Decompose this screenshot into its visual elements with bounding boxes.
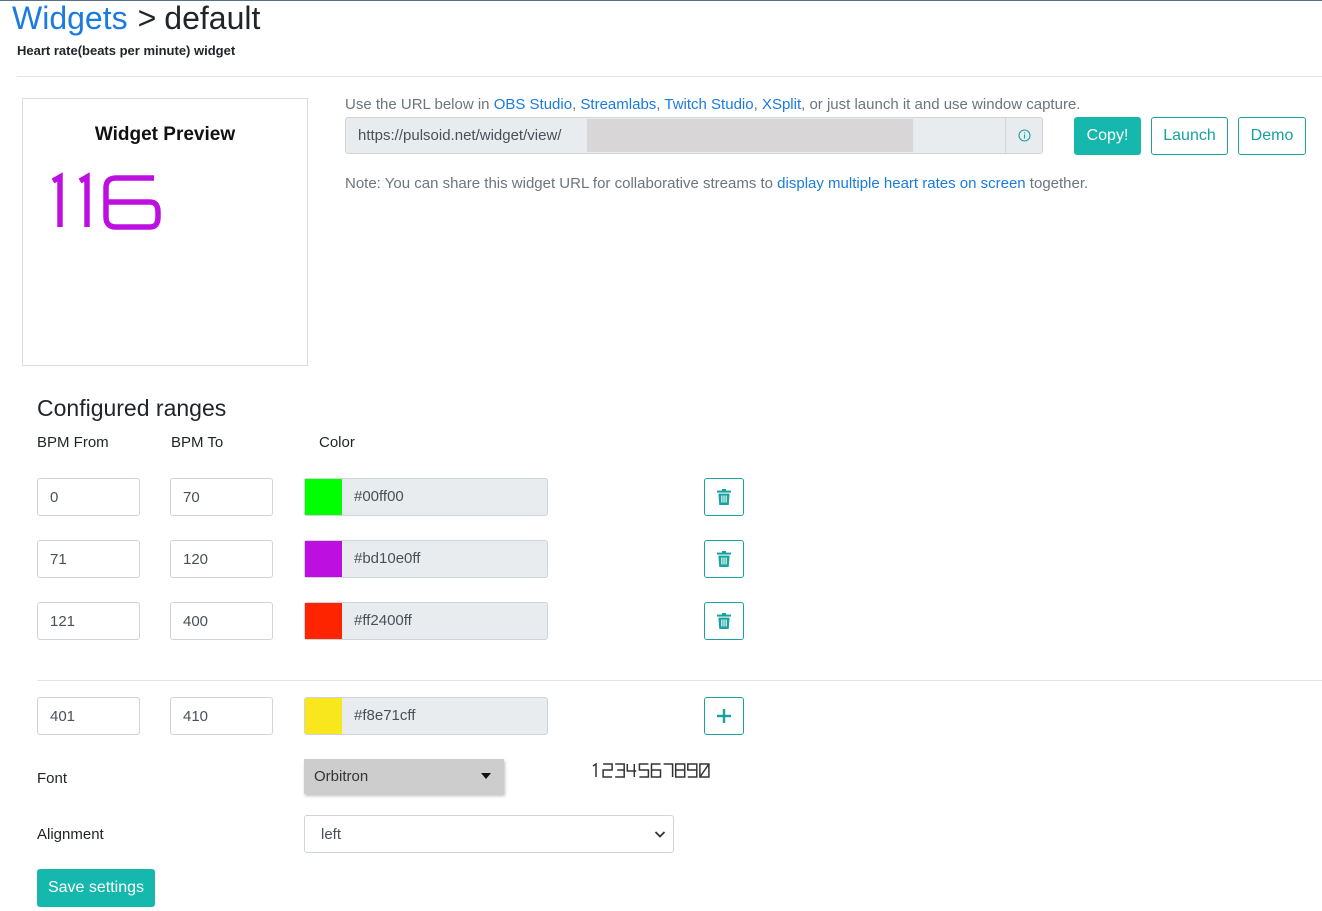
delete-range-button[interactable] bbox=[704, 602, 744, 640]
note-suffix: together. bbox=[1025, 175, 1089, 192]
collaborative-note: Note: You can share this widget URL for … bbox=[345, 175, 1088, 192]
url-hint-suffix: , or just launch it and use window captu… bbox=[801, 96, 1081, 113]
font-sample-digit bbox=[650, 763, 662, 778]
trash-icon bbox=[717, 551, 731, 567]
xsplit-link[interactable]: XSplit bbox=[762, 96, 801, 113]
font-sample-digit bbox=[699, 763, 710, 778]
bpm-from-input[interactable]: 71 bbox=[37, 540, 140, 578]
bpm-from-input[interactable]: 121 bbox=[37, 602, 140, 640]
color-swatch[interactable] bbox=[305, 603, 342, 639]
copy-button[interactable]: Copy! bbox=[1074, 117, 1141, 155]
breadcrumb-separator: > bbox=[137, 0, 157, 36]
font-sample-digit bbox=[615, 763, 625, 778]
new-color-picker-field[interactable]: #f8e71cff bbox=[304, 697, 548, 735]
trash-icon bbox=[717, 489, 731, 505]
info-icon[interactable] bbox=[1005, 118, 1042, 153]
color-hex-value: #f8e71cff bbox=[354, 707, 416, 724]
page-subtitle: Heart rate(beats per minute) widget bbox=[17, 43, 236, 58]
color-hex-value: #00ff00 bbox=[354, 488, 404, 505]
widget-preview-panel: Widget Preview bbox=[22, 98, 308, 366]
font-sample-digit bbox=[592, 762, 597, 777]
widget-preview-title: Widget Preview bbox=[94, 124, 236, 145]
redacted-url-token bbox=[587, 119, 913, 152]
twitch-studio-link[interactable]: Twitch Studio bbox=[664, 96, 753, 113]
chevron-down-icon bbox=[654, 831, 666, 838]
ranges-divider bbox=[37, 680, 1322, 681]
streamlabs-link[interactable]: Streamlabs bbox=[580, 96, 656, 113]
font-sample-digits bbox=[592, 762, 710, 778]
font-sample-digit bbox=[602, 763, 613, 778]
font-label: Font bbox=[37, 770, 68, 787]
alignment-label: Alignment bbox=[37, 826, 104, 843]
color-picker-field[interactable]: #ff2400ff bbox=[304, 602, 548, 640]
alignment-select-value: left bbox=[321, 825, 342, 843]
font-sample-digit bbox=[674, 763, 686, 778]
font-sample-digit bbox=[663, 763, 674, 777]
multiple-heart-rates-link[interactable]: display multiple heart rates on screen bbox=[777, 175, 1025, 192]
page-title: default bbox=[164, 0, 261, 36]
font-sample-digit bbox=[626, 764, 637, 777]
save-settings-button[interactable]: Save settings bbox=[37, 869, 155, 907]
dropdown-caret-icon bbox=[481, 773, 491, 779]
delete-range-button[interactable] bbox=[704, 478, 744, 516]
bpm-to-input[interactable]: 120 bbox=[170, 540, 273, 578]
delete-range-button[interactable] bbox=[704, 540, 744, 578]
bpm-to-input[interactable]: 400 bbox=[170, 602, 273, 640]
demo-button[interactable]: Demo bbox=[1238, 117, 1306, 155]
bpm-to-input[interactable]: 70 bbox=[170, 478, 273, 516]
color-swatch[interactable] bbox=[305, 698, 342, 734]
font-sample-digit bbox=[638, 763, 650, 778]
font-select[interactable]: Orbitron bbox=[304, 759, 504, 794]
font-sample-digit bbox=[687, 763, 698, 778]
bpm-from-header: BPM From bbox=[37, 434, 109, 451]
note-prefix: Note: You can share this widget URL for … bbox=[345, 175, 778, 192]
bpm-to-header: BPM To bbox=[171, 434, 224, 451]
heart-rate-digits bbox=[51, 172, 161, 230]
color-header: Color bbox=[319, 434, 355, 451]
color-picker-field[interactable]: #00ff00 bbox=[304, 478, 548, 516]
breadcrumb: Widgets > default bbox=[12, 0, 260, 38]
url-hint-prefix: Use the URL below in bbox=[345, 96, 494, 113]
color-swatch[interactable] bbox=[305, 479, 342, 515]
add-range-button[interactable] bbox=[704, 697, 744, 735]
url-usage-hint: Use the URL below in OBS Studio, Streaml… bbox=[345, 96, 1081, 113]
new-bpm-from-input[interactable]: 401 bbox=[37, 697, 140, 735]
configured-ranges-heading: Configured ranges bbox=[37, 395, 227, 421]
breadcrumb-widgets-link[interactable]: Widgets bbox=[12, 0, 128, 36]
header-divider bbox=[17, 76, 1322, 77]
trash-icon bbox=[717, 613, 731, 629]
font-select-value: Orbitron bbox=[314, 768, 369, 785]
alignment-select[interactable]: left bbox=[304, 815, 674, 853]
color-picker-field[interactable]: #bd10e0ff bbox=[304, 540, 548, 578]
plus-icon bbox=[717, 709, 731, 723]
widget-url-field[interactable]: https://pulsoid.net/widget/view/ bbox=[345, 117, 1043, 154]
launch-button[interactable]: Launch bbox=[1151, 117, 1228, 155]
bpm-from-input[interactable]: 0 bbox=[37, 478, 140, 516]
color-hex-value: #bd10e0ff bbox=[354, 550, 421, 567]
color-hex-value: #ff2400ff bbox=[354, 612, 412, 629]
font-sample bbox=[590, 762, 714, 785]
obs-studio-link[interactable]: OBS Studio bbox=[494, 96, 572, 113]
widget-url-text: https://pulsoid.net/widget/view/ bbox=[358, 127, 562, 144]
color-swatch[interactable] bbox=[305, 541, 342, 577]
new-bpm-to-input[interactable]: 410 bbox=[170, 697, 273, 735]
widget-preview-value bbox=[50, 165, 190, 240]
